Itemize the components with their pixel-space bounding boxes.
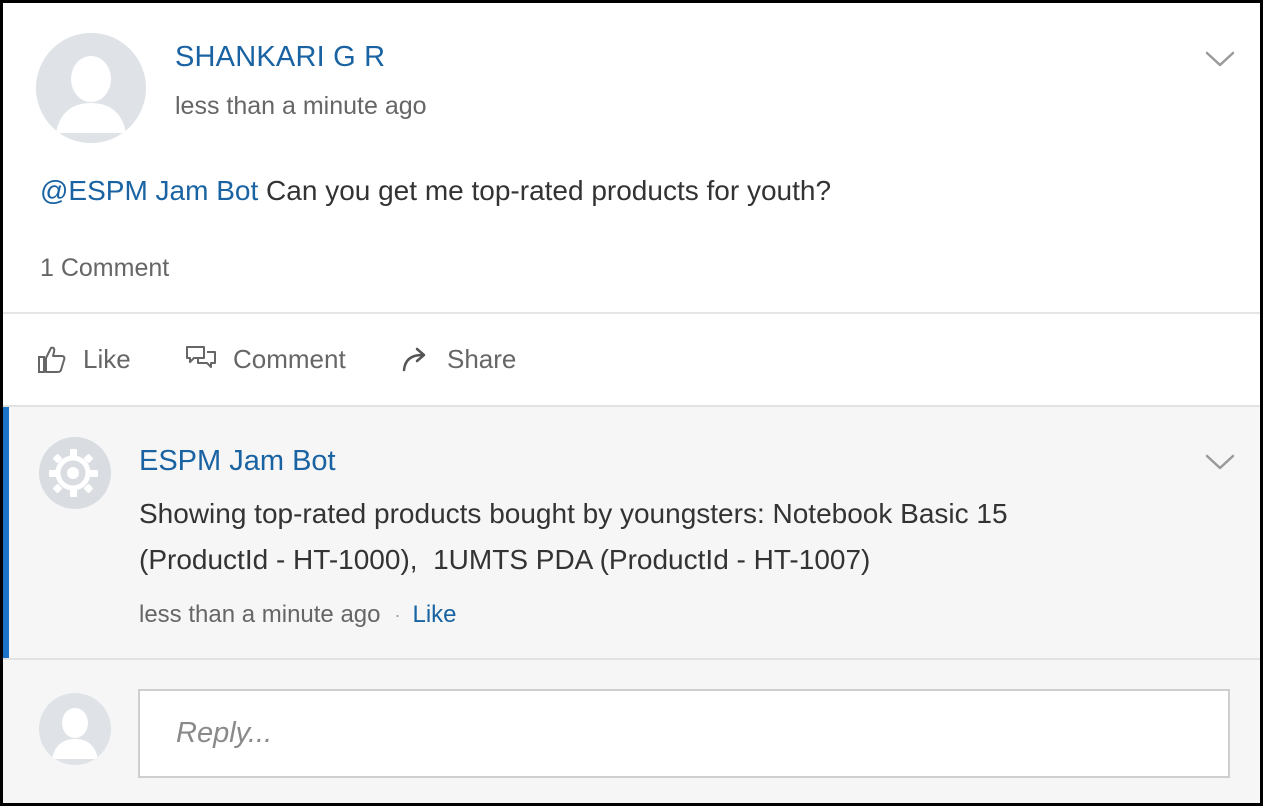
meta-separator: ·: [394, 604, 401, 625]
post-timestamp: less than a minute ago: [175, 92, 427, 120]
thumbs-up-icon: [38, 346, 66, 373]
speech-bubbles-icon: [186, 346, 216, 368]
like-label: Like: [83, 343, 131, 374]
comment-accent-bar: [3, 407, 9, 658]
bot-avatar[interactable]: [39, 437, 111, 509]
post-message: @ESPM Jam Bot Can you get me top-rated p…: [40, 175, 831, 207]
reply-input[interactable]: [138, 689, 1230, 778]
share-label: Share: [447, 343, 517, 374]
comment-author-name[interactable]: ESPM Jam Bot: [139, 445, 336, 478]
reply-area: [3, 658, 1260, 803]
current-user-avatar: [39, 693, 111, 765]
comment-like-link[interactable]: Like: [413, 601, 457, 629]
comment-button[interactable]: Comment: [185, 339, 346, 379]
comment-label: Comment: [233, 343, 346, 374]
comment-count[interactable]: 1 Comment: [40, 254, 169, 283]
chevron-down-icon[interactable]: [1205, 50, 1235, 68]
feed-item-frame: SHANKARI G R less than a minute ago @ESP…: [0, 0, 1263, 806]
divider: [3, 312, 1260, 314]
comment-text-line: (ProductId - HT-1000), 1UMTS PDA (Produc…: [139, 544, 871, 575]
post-author-name[interactable]: SHANKARI G R: [175, 41, 385, 74]
user-silhouette-icon: [39, 693, 111, 765]
comment-timestamp: less than a minute ago: [139, 601, 381, 628]
user-silhouette-icon: [36, 33, 146, 143]
share-arrow-icon: [402, 347, 426, 372]
feed-post: SHANKARI G R less than a minute ago @ESP…: [3, 3, 1260, 405]
gear-bot-icon: [39, 437, 111, 509]
comment-text-line: Showing top-rated products bought by you…: [139, 498, 1008, 529]
like-button[interactable]: Like: [37, 339, 131, 379]
user-avatar[interactable]: [36, 33, 146, 143]
post-message-text: Can you get me top-rated products for yo…: [258, 175, 832, 206]
comment-text: Showing top-rated products bought by you…: [139, 491, 1139, 583]
comment-item: ESPM Jam Bot Showing top-rated products …: [3, 405, 1260, 658]
mention-link[interactable]: @ESPM Jam Bot: [40, 175, 258, 206]
chevron-down-icon[interactable]: [1205, 453, 1235, 471]
share-button[interactable]: Share: [401, 339, 516, 379]
comment-meta: less than a minute ago · Like: [139, 601, 457, 629]
